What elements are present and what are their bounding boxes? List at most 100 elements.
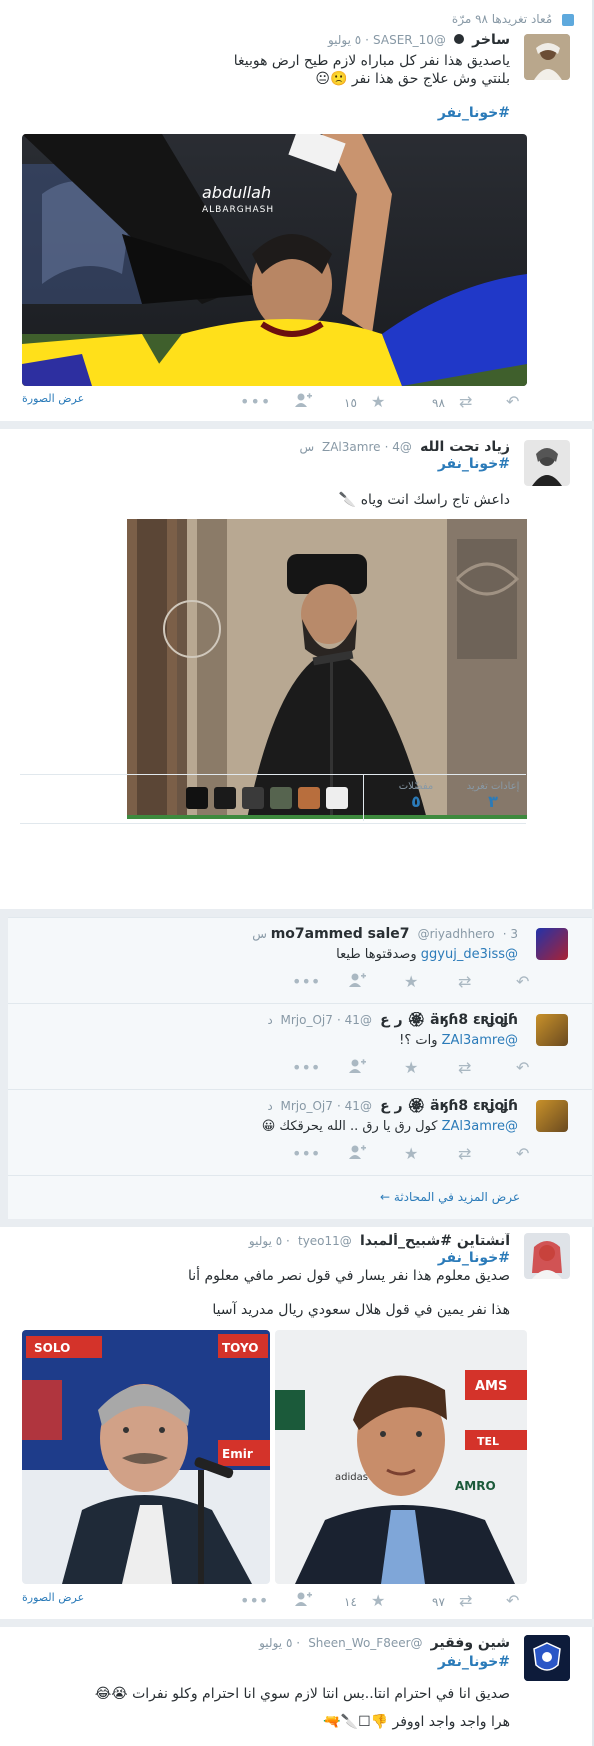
star-icon[interactable]: ★ [404, 972, 418, 992]
mention-link[interactable]: @ZAl3amre [442, 1033, 518, 1048]
user-name[interactable]: ساخر [472, 32, 510, 48]
avatar-image [524, 440, 570, 486]
reply-icon[interactable]: ↶ [516, 1058, 529, 1078]
tweet-time[interactable]: ٥ يوليو [328, 33, 361, 47]
user-handle[interactable]: @tyeo11 [298, 1234, 352, 1248]
favorites-stat-label: مفضّلات [398, 781, 434, 792]
favoriter-avatar[interactable] [214, 787, 236, 809]
user-name[interactable]: زياد تحت الله [420, 439, 510, 455]
add-user-icon[interactable] [348, 1144, 366, 1164]
add-user-icon[interactable] [348, 972, 366, 992]
tweet-text-line: وصدقتوها طيعا [336, 947, 417, 962]
tweet-header: ǟӄɦ8 ɛʀʝօʝɦ 🏵 ﺭ ﻉ @Mrjo_Oj7 · 41 د [267, 1098, 518, 1114]
hashtag-link[interactable]: #خونا_نفر [20, 1249, 510, 1267]
reply-icon[interactable]: ↶ [506, 1591, 519, 1611]
reply-icon[interactable]: ↶ [516, 1144, 529, 1164]
retweet-action[interactable]: ٩٨ ⇄ [428, 392, 472, 412]
tweet-text: @ZAl3amre وات ؟! [28, 1032, 518, 1050]
tweet-text: #خونا_نفر صديق معلوم هذا نفر يسار في قول… [20, 1249, 510, 1319]
stats-separator [363, 775, 364, 821]
user-name[interactable]: ǟӄɦ8 ɛʀʝօʝɦ 🏵 ﺭ ﻉ [380, 1098, 518, 1114]
add-user-icon[interactable] [294, 392, 312, 412]
favoriter-avatar[interactable] [326, 787, 348, 809]
user-handle[interactable]: @SASER_10 [373, 33, 446, 47]
more-icon[interactable]: ••• [292, 1058, 320, 1078]
retweet-count: ٩٨ [432, 396, 445, 410]
tweet-divider [0, 1619, 594, 1627]
avatar[interactable] [536, 928, 568, 960]
tweet-1: مُعاد تغريدها ٩٨ مرّة ساخر @SASER_10 · ٥… [0, 0, 594, 421]
tweet-photo[interactable]: SOLO TOYO Emir [22, 1330, 270, 1584]
tweet-photo[interactable]: AMS TEL AMRO adidas [275, 1330, 527, 1584]
mention-link[interactable]: @ZAl3amre [442, 1119, 518, 1134]
tweet-2: زياد تحت الله @ZAl3amre · 4 س #خونا_نفر … [0, 429, 594, 909]
more-icon[interactable]: ••• [292, 1144, 320, 1164]
tweet-text-line: هذا نفر يمين في قول هلال سعودي ريال مدري… [212, 1302, 510, 1318]
retweets-stat-label: إعادات تغريد [466, 781, 520, 792]
favorite-action[interactable]: ١٤ ★ [340, 1591, 385, 1611]
tweet-divider [0, 421, 594, 429]
mention-link[interactable]: @ggyuj_de3iss [421, 947, 518, 962]
add-user-icon[interactable] [294, 1591, 312, 1611]
avatar-image [524, 1635, 570, 1681]
tweet-time[interactable]: ٥ يوليو [249, 1234, 282, 1248]
tweet-text: @ZAl3amre كول رق يا رق .. الله يحرقكك 😀 [28, 1118, 518, 1136]
favoriter-avatar[interactable] [270, 787, 292, 809]
favoriter-avatar[interactable] [298, 787, 320, 809]
user-name[interactable]: شين وفقير [431, 1635, 510, 1651]
user-name[interactable]: ǟӄɦ8 ɛʀʝօʝɦ 🏵 ﺭ ﻉ [380, 1012, 518, 1028]
star-icon[interactable]: ★ [404, 1144, 418, 1164]
retweet-icon[interactable]: ⇄ [458, 1144, 471, 1164]
user-handle[interactable]: @Sheen_Wo_F8eer [308, 1636, 422, 1650]
avatar[interactable] [524, 1233, 570, 1279]
photo-football-player: abdullah ALBARGHASH [22, 134, 527, 386]
add-user-icon[interactable] [348, 1058, 366, 1078]
retweet-count: ٩٧ [432, 1595, 445, 1609]
tweet-text: @ggyuj_de3iss وصدقتوها طيعا [28, 946, 518, 964]
tweet-stats: إعادات تغريد ٣ مفضّلات ٥ [20, 774, 526, 824]
hashtag-link[interactable]: #خونا_نفر [20, 1653, 510, 1671]
avatar[interactable] [524, 34, 570, 80]
retweet-context-icon [562, 13, 574, 26]
retweets-stat[interactable]: إعادات تغريد ٣ [464, 781, 522, 811]
tweet-actions: ••• ★ ⇄ ↶ [22, 1058, 529, 1080]
tweet-actions: ••• ★ ⇄ ↶ [22, 1144, 529, 1166]
more-icon[interactable]: ••• [292, 972, 320, 992]
user-handle[interactable]: @riyadhhero [418, 927, 495, 941]
more-icon[interactable]: ••• [240, 1591, 268, 1611]
reply-icon[interactable]: ↶ [506, 392, 519, 412]
avatar[interactable] [536, 1014, 568, 1046]
tweet-text-line: هرا واجد واجد اووفر 👎☐🔪🔫 [323, 1714, 510, 1730]
watermark-text: ALBARGHASH [202, 205, 274, 215]
tweet-text: #خونا_نفر داعش تاج راسك انت وياه 🔪 [20, 455, 510, 509]
retweet-icon[interactable]: ⇄ [458, 1058, 471, 1078]
favoriter-avatar[interactable] [242, 787, 264, 809]
tweet-header: mo7ammed sale7 @riyadhhero · 3 س [252, 926, 518, 942]
more-conversation-link[interactable]: عرض المزيد في المحادثة ← [380, 1190, 520, 1204]
hashtag-link[interactable]: #خونا_نفر [20, 104, 510, 122]
user-name[interactable]: آنشتاين #شبيح_ألمبدا [360, 1233, 510, 1249]
retweet-icon: ⇄ [459, 1591, 473, 1610]
hashtag-link[interactable]: #خونا_نفر [20, 455, 510, 473]
avatar[interactable] [536, 1100, 568, 1132]
tweet-header: ساخر @SASER_10 · ٥ يوليو [327, 32, 510, 48]
favorite-action[interactable]: ١٥ ★ [340, 392, 385, 412]
star-icon[interactable]: ★ [404, 1058, 418, 1078]
retweets-stat-value: ٣ [488, 792, 498, 811]
retweet-action[interactable]: ٩٧ ⇄ [428, 1591, 472, 1611]
reply-2: ǟӄɦ8 ɛʀʝօʝɦ 🏵 ﺭ ﻉ @Mrjo_Oj7 · 41 د @ZAl3… [8, 1003, 592, 1090]
retweet-icon[interactable]: ⇄ [458, 972, 471, 992]
tweet-text-line: بلنتي وش علاج حق هذا نفر 🙁😐 [315, 71, 510, 87]
avatar[interactable] [524, 1635, 570, 1681]
reply-icon[interactable]: ↶ [516, 972, 529, 992]
favoriter-avatar[interactable] [186, 787, 208, 809]
favorites-stat[interactable]: مفضّلات ٥ [386, 781, 446, 811]
tweet-time[interactable]: ٥ يوليو [259, 1636, 292, 1650]
photo-coach-left: SOLO TOYO Emir [22, 1330, 270, 1584]
user-name[interactable]: mo7ammed sale7 [271, 926, 410, 942]
tweet-photo[interactable]: abdullah ALBARGHASH [22, 134, 527, 386]
retweet-context-text: مُعاد تغريدها ٩٨ مرّة [451, 12, 553, 26]
tweet-header: شين وفقير @Sheen_Wo_F8eer · ٥ يوليو [259, 1635, 510, 1651]
more-icon[interactable]: ••• [240, 392, 271, 412]
avatar[interactable] [524, 440, 570, 486]
